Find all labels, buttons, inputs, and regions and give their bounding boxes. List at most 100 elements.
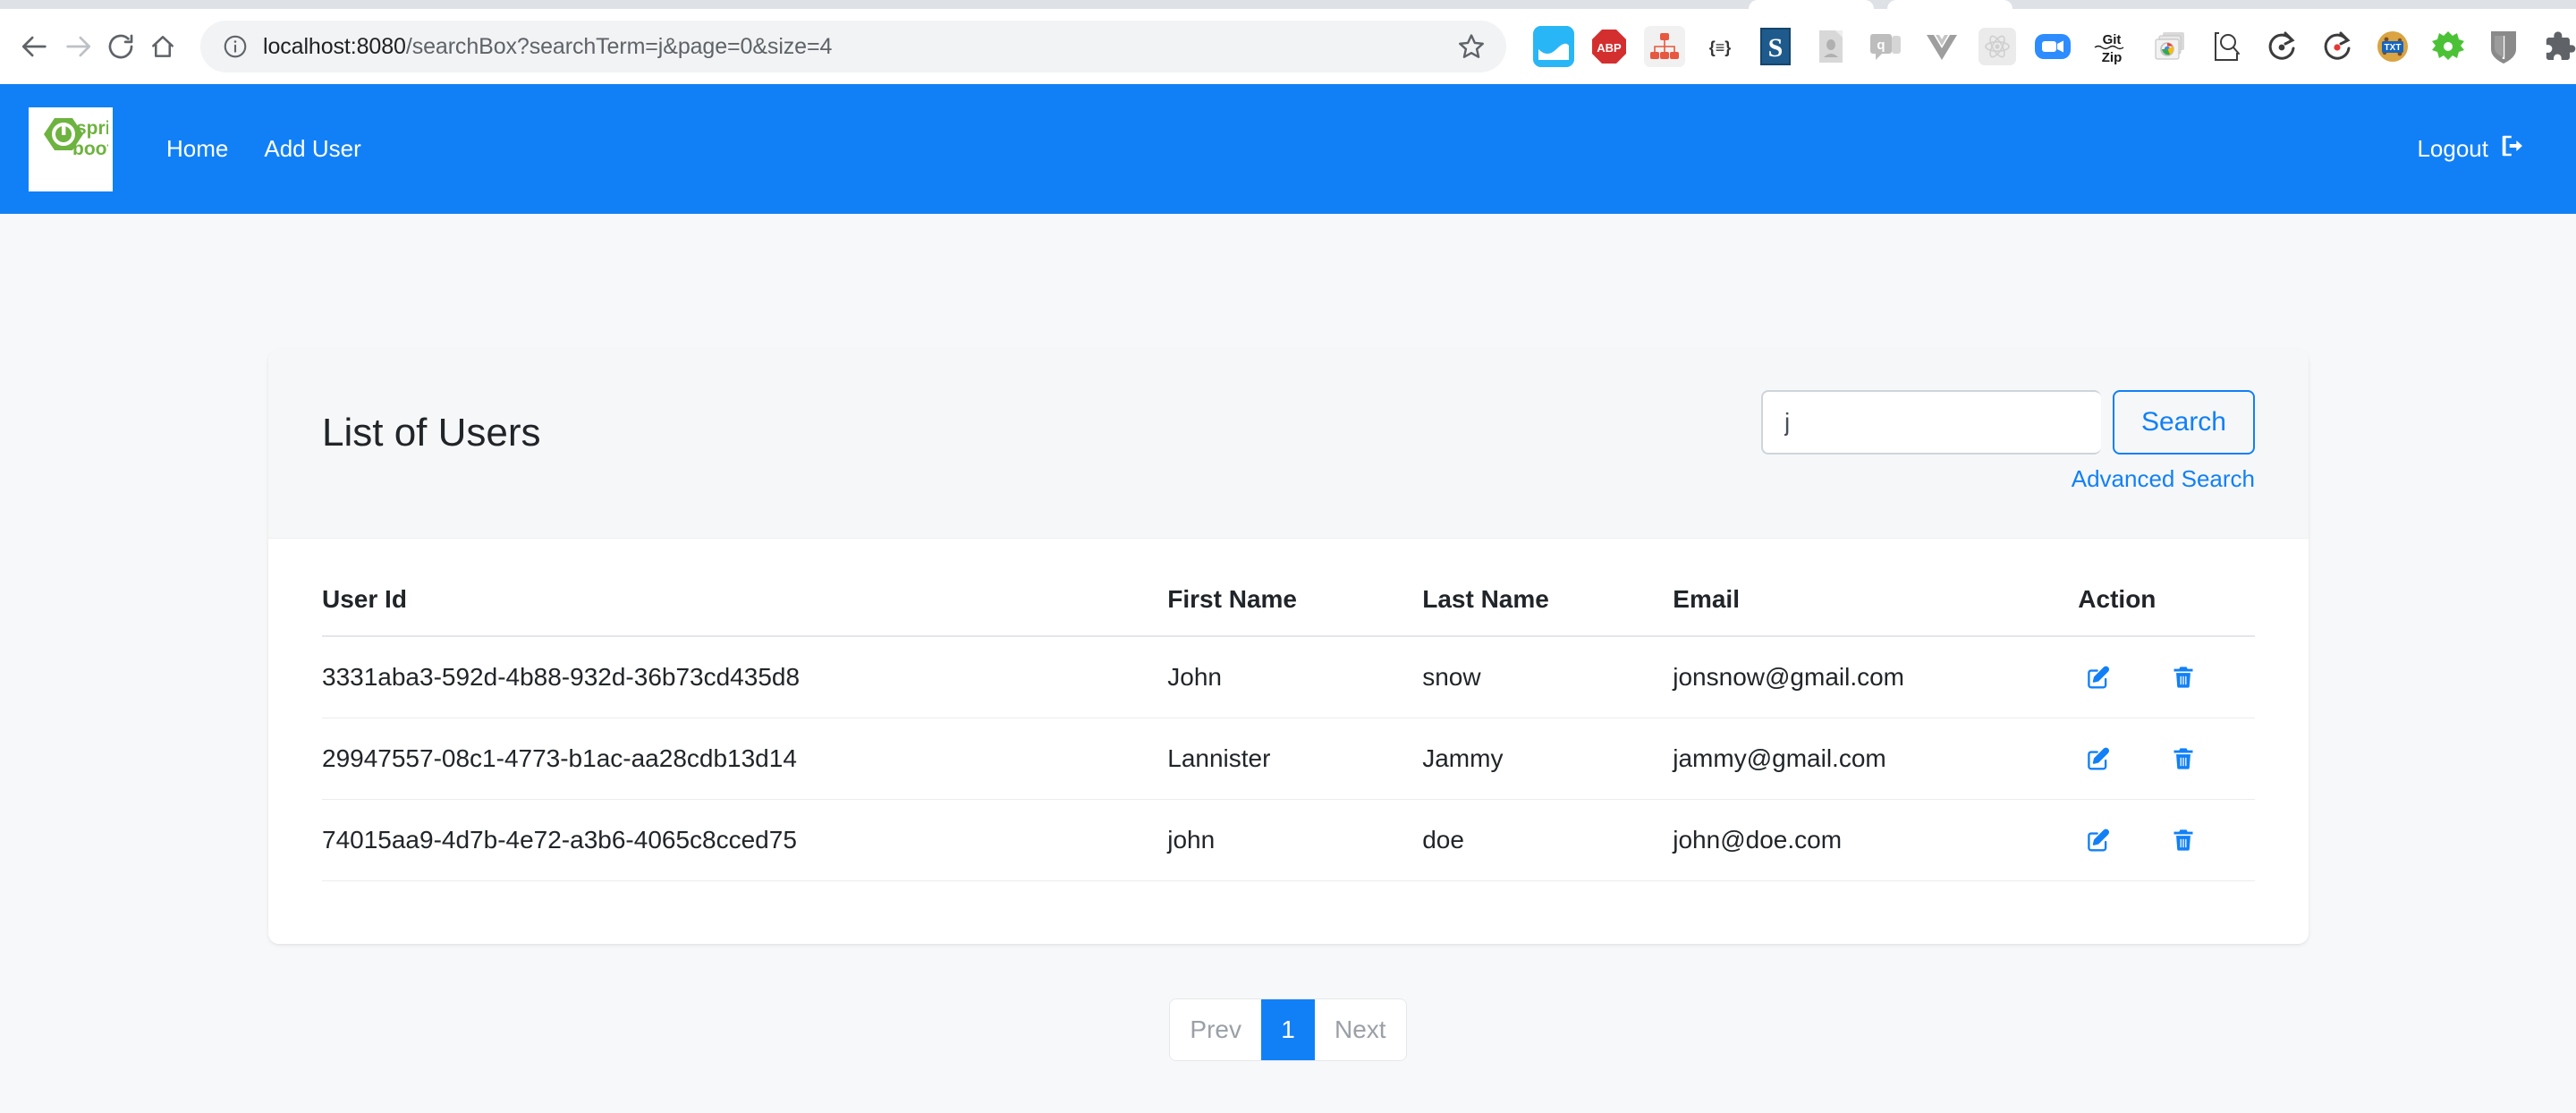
table-body: 3331aba3-592d-4b88-932d-36b73cd435d8 Joh…: [322, 636, 2255, 881]
svg-text:S: S: [1768, 33, 1784, 63]
browser-toolbar: localhost:8080/searchBox?searchTerm=j&pa…: [0, 9, 2576, 84]
users-card: List of Users Search Advanced Search Use…: [268, 349, 2309, 944]
row-action-icons: [2078, 664, 2255, 691]
search-group: Search Advanced Search: [1761, 390, 2255, 493]
nav-link-home[interactable]: Home: [166, 135, 228, 163]
auto-refresh-extension-icon[interactable]: [2261, 26, 2302, 67]
info-circle-icon[interactable]: [222, 33, 249, 60]
zoom-extension-icon[interactable]: [2032, 26, 2073, 67]
trash-icon[interactable]: [2171, 827, 2196, 854]
sitemap-extension-icon[interactable]: [1644, 26, 1685, 67]
back-arrow-icon[interactable]: [20, 21, 50, 72]
cell-email: jonsnow@gmail.com: [1673, 636, 2078, 718]
nav-link-add-user[interactable]: Add User: [264, 135, 360, 163]
edit-pen-icon[interactable]: [2085, 745, 2112, 772]
svg-text:q: q: [1877, 38, 1885, 53]
scribd-extension-icon[interactable]: S: [1755, 26, 1796, 67]
page-title: List of Users: [322, 390, 541, 457]
extensions-puzzle-icon[interactable]: [2538, 26, 2576, 67]
svg-text:TXT: TXT: [2385, 43, 2402, 53]
reload-icon[interactable]: [106, 21, 136, 72]
card-header: List of Users Search Advanced Search: [268, 349, 2309, 539]
svg-text:Zip: Zip: [2102, 50, 2123, 65]
quote-extension-icon[interactable]: q: [1866, 26, 1907, 67]
tab-manager-extension-icon[interactable]: [2150, 26, 2191, 67]
table-header-row: User Id First Name Last Name Email Actio…: [322, 562, 2255, 636]
table-row: 3331aba3-592d-4b88-932d-36b73cd435d8 Joh…: [322, 636, 2255, 718]
column-header-last-name: Last Name: [1422, 562, 1673, 636]
forward-arrow-icon[interactable]: [63, 21, 93, 72]
advanced-search-link[interactable]: Advanced Search: [2072, 465, 2255, 493]
json-formatter-extension-icon[interactable]: {≡}: [1699, 26, 1741, 67]
cell-last-name: doe: [1422, 800, 1673, 881]
pagination-wrap: Prev 1 Next: [0, 998, 2576, 1061]
react-devtools-extension-icon[interactable]: [1977, 26, 2018, 67]
column-header-email: Email: [1673, 562, 2078, 636]
svg-text:spring: spring: [76, 118, 108, 139]
wappalyzer-extension-icon[interactable]: [2428, 26, 2469, 67]
tab-stub[interactable]: [1749, 0, 1874, 9]
search-button[interactable]: Search: [2113, 390, 2255, 455]
pagination: Prev 1 Next: [1169, 998, 1406, 1061]
pagination-page-1[interactable]: 1: [1261, 999, 1315, 1060]
users-table: User Id First Name Last Name Email Actio…: [322, 562, 2255, 881]
bitwarden-extension-icon[interactable]: [2483, 26, 2524, 67]
cell-user-id: 74015aa9-4d7b-4e72-a3b6-4065c8cced75: [322, 800, 1167, 881]
card-body: User Id First Name Last Name Email Actio…: [268, 539, 2309, 944]
cell-last-name: Jammy: [1422, 718, 1673, 800]
edit-pen-icon[interactable]: [2085, 664, 2112, 691]
cell-last-name: snow: [1422, 636, 1673, 718]
app-navbar: spring boot Home Add User Logout: [0, 84, 2576, 214]
browser-chrome: localhost:8080/searchBox?searchTerm=j&pa…: [0, 0, 2576, 84]
cell-email: john@doe.com: [1673, 800, 2078, 881]
spring-boot-logo[interactable]: spring boot: [29, 107, 113, 191]
cell-first-name: john: [1167, 800, 1422, 881]
url-path: /searchBox?searchTerm=j&page=0&size=4: [406, 34, 832, 59]
cell-user-id: 29947557-08c1-4773-b1ac-aa28cdb13d14: [322, 718, 1167, 800]
logout-label: Logout: [2417, 135, 2488, 163]
auto-refresh-record-extension-icon[interactable]: [2317, 26, 2358, 67]
row-action-icons: [2078, 827, 2255, 854]
address-bar-url: localhost:8080/searchBox?searchTerm=j&pa…: [263, 34, 832, 60]
logout-button[interactable]: Logout: [2417, 132, 2526, 166]
pagination-next[interactable]: Next: [1315, 999, 1406, 1060]
svg-text:{≡}: {≡}: [1709, 38, 1732, 56]
adblock-plus-extension-icon[interactable]: ABP: [1589, 26, 1630, 67]
svg-text:Git: Git: [2103, 32, 2122, 47]
pagination-prev[interactable]: Prev: [1170, 999, 1261, 1060]
row-action-icons: [2078, 745, 2255, 772]
cell-action: [2078, 800, 2255, 881]
column-header-action: Action: [2078, 562, 2255, 636]
cell-action: [2078, 718, 2255, 800]
table-row: 29947557-08c1-4773-b1ac-aa28cdb13d14 Lan…: [322, 718, 2255, 800]
search-person-extension-icon[interactable]: [2206, 26, 2247, 67]
vue-devtools-extension-icon[interactable]: [1921, 26, 1962, 67]
extension-icon-bar: ABP {≡} S q: [1526, 26, 2576, 67]
home-icon[interactable]: [148, 21, 177, 72]
cell-user-id: 3331aba3-592d-4b88-932d-36b73cd435d8: [322, 636, 1167, 718]
window-resizer-extension-icon[interactable]: [1810, 26, 1852, 67]
app-page: spring boot Home Add User Logout List of…: [0, 84, 2576, 1113]
cell-first-name: John: [1167, 636, 1422, 718]
cell-action: [2078, 636, 2255, 718]
cookie-txt-extension-icon[interactable]: TXT: [2372, 26, 2413, 67]
column-header-user-id: User Id: [322, 562, 1167, 636]
search-input[interactable]: [1761, 390, 2101, 455]
star-outline-icon[interactable]: [1456, 31, 1487, 62]
table-row: 74015aa9-4d7b-4e72-a3b6-4065c8cced75 joh…: [322, 800, 2255, 881]
url-host: localhost:8080: [263, 34, 406, 59]
tab-stub[interactable]: [1887, 0, 2012, 9]
trash-icon[interactable]: [2171, 745, 2196, 772]
pocket-extension-icon[interactable]: [1533, 26, 1574, 67]
column-header-first-name: First Name: [1167, 562, 1422, 636]
address-bar[interactable]: localhost:8080/searchBox?searchTerm=j&pa…: [200, 21, 1506, 72]
table-head: User Id First Name Last Name Email Actio…: [322, 562, 2255, 636]
trash-icon[interactable]: [2171, 664, 2196, 691]
edit-pen-icon[interactable]: [2085, 827, 2112, 854]
search-row: Search: [1761, 390, 2255, 455]
tab-strip: [0, 0, 2576, 9]
sign-out-icon: [2499, 132, 2526, 166]
gitzip-extension-icon[interactable]: Git Zip: [2088, 26, 2136, 67]
cell-email: jammy@gmail.com: [1673, 718, 2078, 800]
cell-first-name: Lannister: [1167, 718, 1422, 800]
